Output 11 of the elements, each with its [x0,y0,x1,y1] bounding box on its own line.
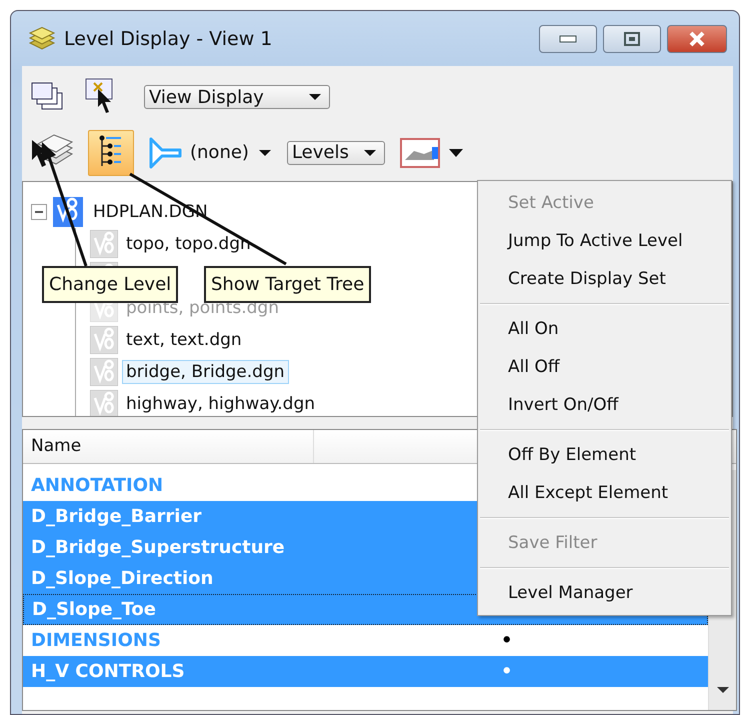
window-title: Level Display - View 1 [64,28,274,50]
level-name: D_Slope_Toe [32,599,157,620]
display-dot: • [501,630,513,651]
level-name: D_Bridge_Barrier [31,506,203,527]
level-name: D_Slope_Direction [31,568,214,589]
level-name: D_Bridge_Superstructure [31,537,286,558]
display-dot: • [501,661,513,682]
level-name: H_V CONTROLS [31,661,186,682]
level-name: DIMENSIONS [31,630,162,651]
tooltip: Show Target Tree [204,266,372,303]
tooltip: Change Level [42,266,178,303]
